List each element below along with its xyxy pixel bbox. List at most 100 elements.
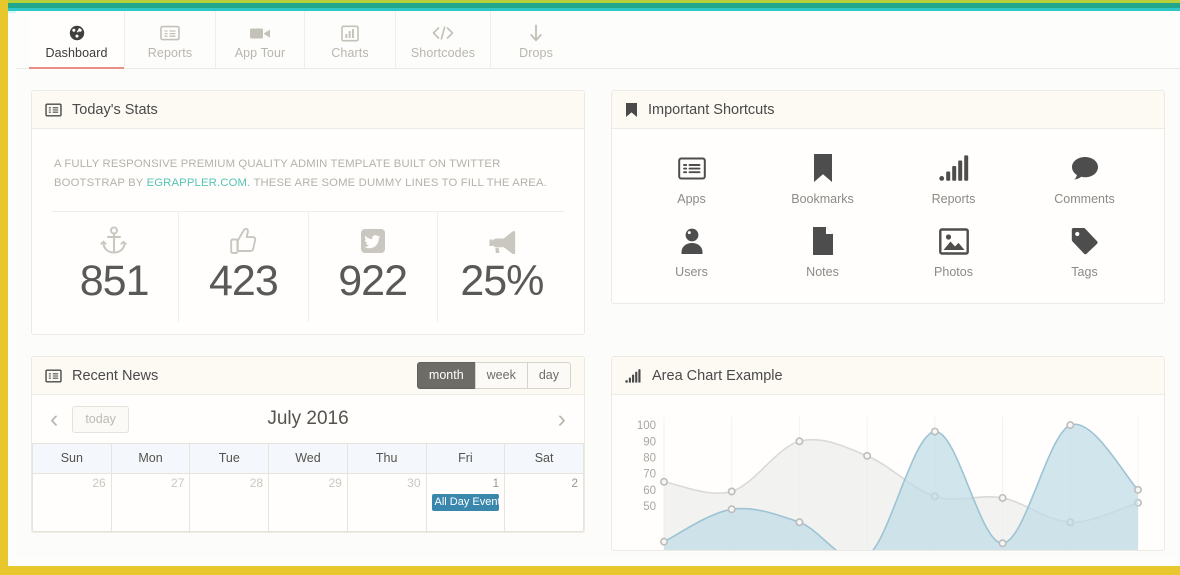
comment-icon: [1070, 151, 1100, 185]
area-chart-panel: Area Chart Example 100 90 80 70 60 50: [611, 356, 1165, 551]
shortcut-tags[interactable]: Tags: [1019, 224, 1150, 279]
tab-charts[interactable]: Charts: [305, 11, 396, 68]
shortcut-label: Bookmarks: [791, 192, 854, 206]
description-part-2: THESE ARE SOME DUMMY LINES TO FILL THE A…: [250, 177, 547, 189]
weekday-header: Mon: [110, 443, 191, 474]
thumbs-up-icon: [179, 226, 307, 256]
calendar-day-cell[interactable]: 28: [189, 473, 270, 532]
calendar-day-cell[interactable]: 1 All Day Event: [425, 473, 506, 532]
recent-news-panel: Recent News month week day ‹ today July …: [31, 356, 585, 533]
top-color-strip: [8, 0, 1180, 13]
panel-header: Area Chart Example: [612, 357, 1164, 395]
tab-shortcodes[interactable]: Shortcodes: [396, 11, 491, 68]
report-list-icon: [160, 22, 180, 44]
day-number: 2: [571, 476, 578, 490]
day-number: 27: [171, 476, 185, 490]
anchor-icon: [50, 226, 178, 256]
calendar-day-cell[interactable]: 29: [268, 473, 348, 532]
day-number: 28: [249, 476, 264, 490]
today-button[interactable]: today: [72, 405, 129, 433]
dashboard-row-1: Today's Stats A FULLY RESPONSIVE PREMIUM…: [16, 90, 1180, 335]
stats-description: A FULLY RESPONSIVE PREMIUM QUALITY ADMIN…: [50, 143, 566, 197]
panel-header: Important Shortcuts: [612, 91, 1164, 129]
browser-frame: Dashboard Reports App Tour Charts Shortc…: [0, 0, 1180, 575]
panel-header: Recent News month week day: [32, 357, 584, 395]
shortcut-bookmarks[interactable]: Bookmarks: [757, 151, 888, 206]
calendar-header-row: Sun Mon Tue Wed Thu Fri Sat: [32, 443, 584, 474]
tab-dashboard[interactable]: Dashboard: [29, 11, 125, 69]
bar-chart-icon: [341, 22, 359, 44]
picture-icon: [938, 224, 969, 258]
stat-value: 851: [79, 257, 150, 305]
dashboard-icon: [66, 22, 88, 44]
calendar-nav: ‹ today July 2016 ›: [32, 395, 584, 443]
shortcut-notes[interactable]: Notes: [757, 224, 888, 279]
column-right-bottom: Area Chart Example 100 90 80 70 60 50: [611, 356, 1165, 551]
twitter-icon: [309, 226, 437, 256]
todays-stats-panel: Today's Stats A FULLY RESPONSIVE PREMIUM…: [31, 90, 585, 335]
tab-label: Charts: [331, 46, 369, 60]
panel-body: A FULLY RESPONSIVE PREMIUM QUALITY ADMIN…: [32, 129, 584, 334]
day-number: 26: [92, 476, 106, 490]
svg-text:50: 50: [643, 501, 656, 513]
signal-bars-icon: [625, 368, 642, 383]
weekday-header: Thu: [346, 443, 427, 474]
shortcut-label: Reports: [931, 192, 976, 206]
calendar-day-cell[interactable]: 26: [32, 473, 112, 532]
calendar-day-cell[interactable]: 30: [346, 473, 427, 532]
weekday-header: Tue: [189, 443, 270, 474]
panel-title: Important Shortcuts: [648, 101, 775, 118]
next-month-button[interactable]: ›: [552, 406, 572, 432]
day-number: 29: [328, 476, 342, 490]
area-chart-body: 100 90 80 70 60 50: [612, 395, 1164, 550]
svg-text:60: 60: [643, 485, 656, 497]
calendar-table: Sun Mon Tue Wed Thu Fri Sat 26 27 28 29 …: [32, 443, 584, 532]
dashboard-row-2: Recent News month week day ‹ today July …: [16, 356, 1180, 551]
prev-month-button[interactable]: ‹: [44, 406, 64, 432]
stats-row: 851 423 922 25%: [50, 212, 566, 322]
stat-value: 423: [209, 257, 279, 305]
file-icon: [811, 224, 835, 258]
tab-app-tour[interactable]: App Tour: [216, 11, 305, 68]
video-camera-icon: [249, 22, 271, 44]
tag-icon: [1070, 224, 1099, 258]
stat-item: 922: [309, 212, 438, 322]
egrappler-link[interactable]: EGRAPPLER.COM.: [147, 177, 251, 189]
shortcut-photos[interactable]: Photos: [888, 224, 1019, 279]
calendar-event[interactable]: All Day Event: [431, 494, 500, 511]
day-number: 30: [407, 476, 421, 490]
tab-label: App Tour: [234, 46, 286, 60]
svg-text:100: 100: [637, 420, 656, 432]
weekday-header: Fri: [425, 443, 506, 474]
view-day-button[interactable]: day: [526, 362, 571, 389]
view-month-button[interactable]: month: [416, 362, 476, 389]
tab-reports[interactable]: Reports: [125, 11, 216, 68]
bullhorn-icon: [438, 226, 566, 256]
list-alt-icon: [677, 151, 706, 185]
tab-label: Drops: [519, 46, 553, 60]
signal-bars-icon: [938, 151, 969, 185]
shortcut-users[interactable]: Users: [626, 224, 757, 279]
view-week-button[interactable]: week: [474, 362, 528, 389]
main-tab-bar: Dashboard Reports App Tour Charts Shortc…: [16, 11, 1180, 69]
calendar-day-cell[interactable]: 2: [504, 473, 584, 532]
shortcut-label: Tags: [1071, 265, 1098, 279]
user-icon: [679, 224, 705, 258]
weekday-header: Sun: [32, 443, 112, 474]
area-chart-svg[interactable]: 100 90 80 70 60 50: [616, 405, 1146, 550]
svg-text:90: 90: [643, 436, 656, 448]
shortcut-apps[interactable]: Apps: [626, 151, 757, 206]
calendar-day-cell[interactable]: 27: [110, 473, 191, 532]
tab-drops[interactable]: Drops: [491, 11, 581, 68]
shortcut-comments[interactable]: Comments: [1019, 151, 1150, 206]
shortcut-label: Users: [675, 265, 708, 279]
stat-value: 25%: [460, 257, 544, 305]
panel-title: Area Chart Example: [652, 367, 783, 384]
arrow-down-icon: [529, 22, 543, 44]
weekday-header: Wed: [268, 443, 348, 474]
panel-header: Today's Stats: [32, 91, 584, 129]
shortcut-reports[interactable]: Reports: [888, 151, 1019, 206]
calendar-view-toggle: month week day: [416, 362, 571, 389]
shortcut-label: Notes: [806, 265, 839, 279]
shortcuts-grid: Apps Bookmarks Reports Comments Users No…: [612, 129, 1164, 303]
